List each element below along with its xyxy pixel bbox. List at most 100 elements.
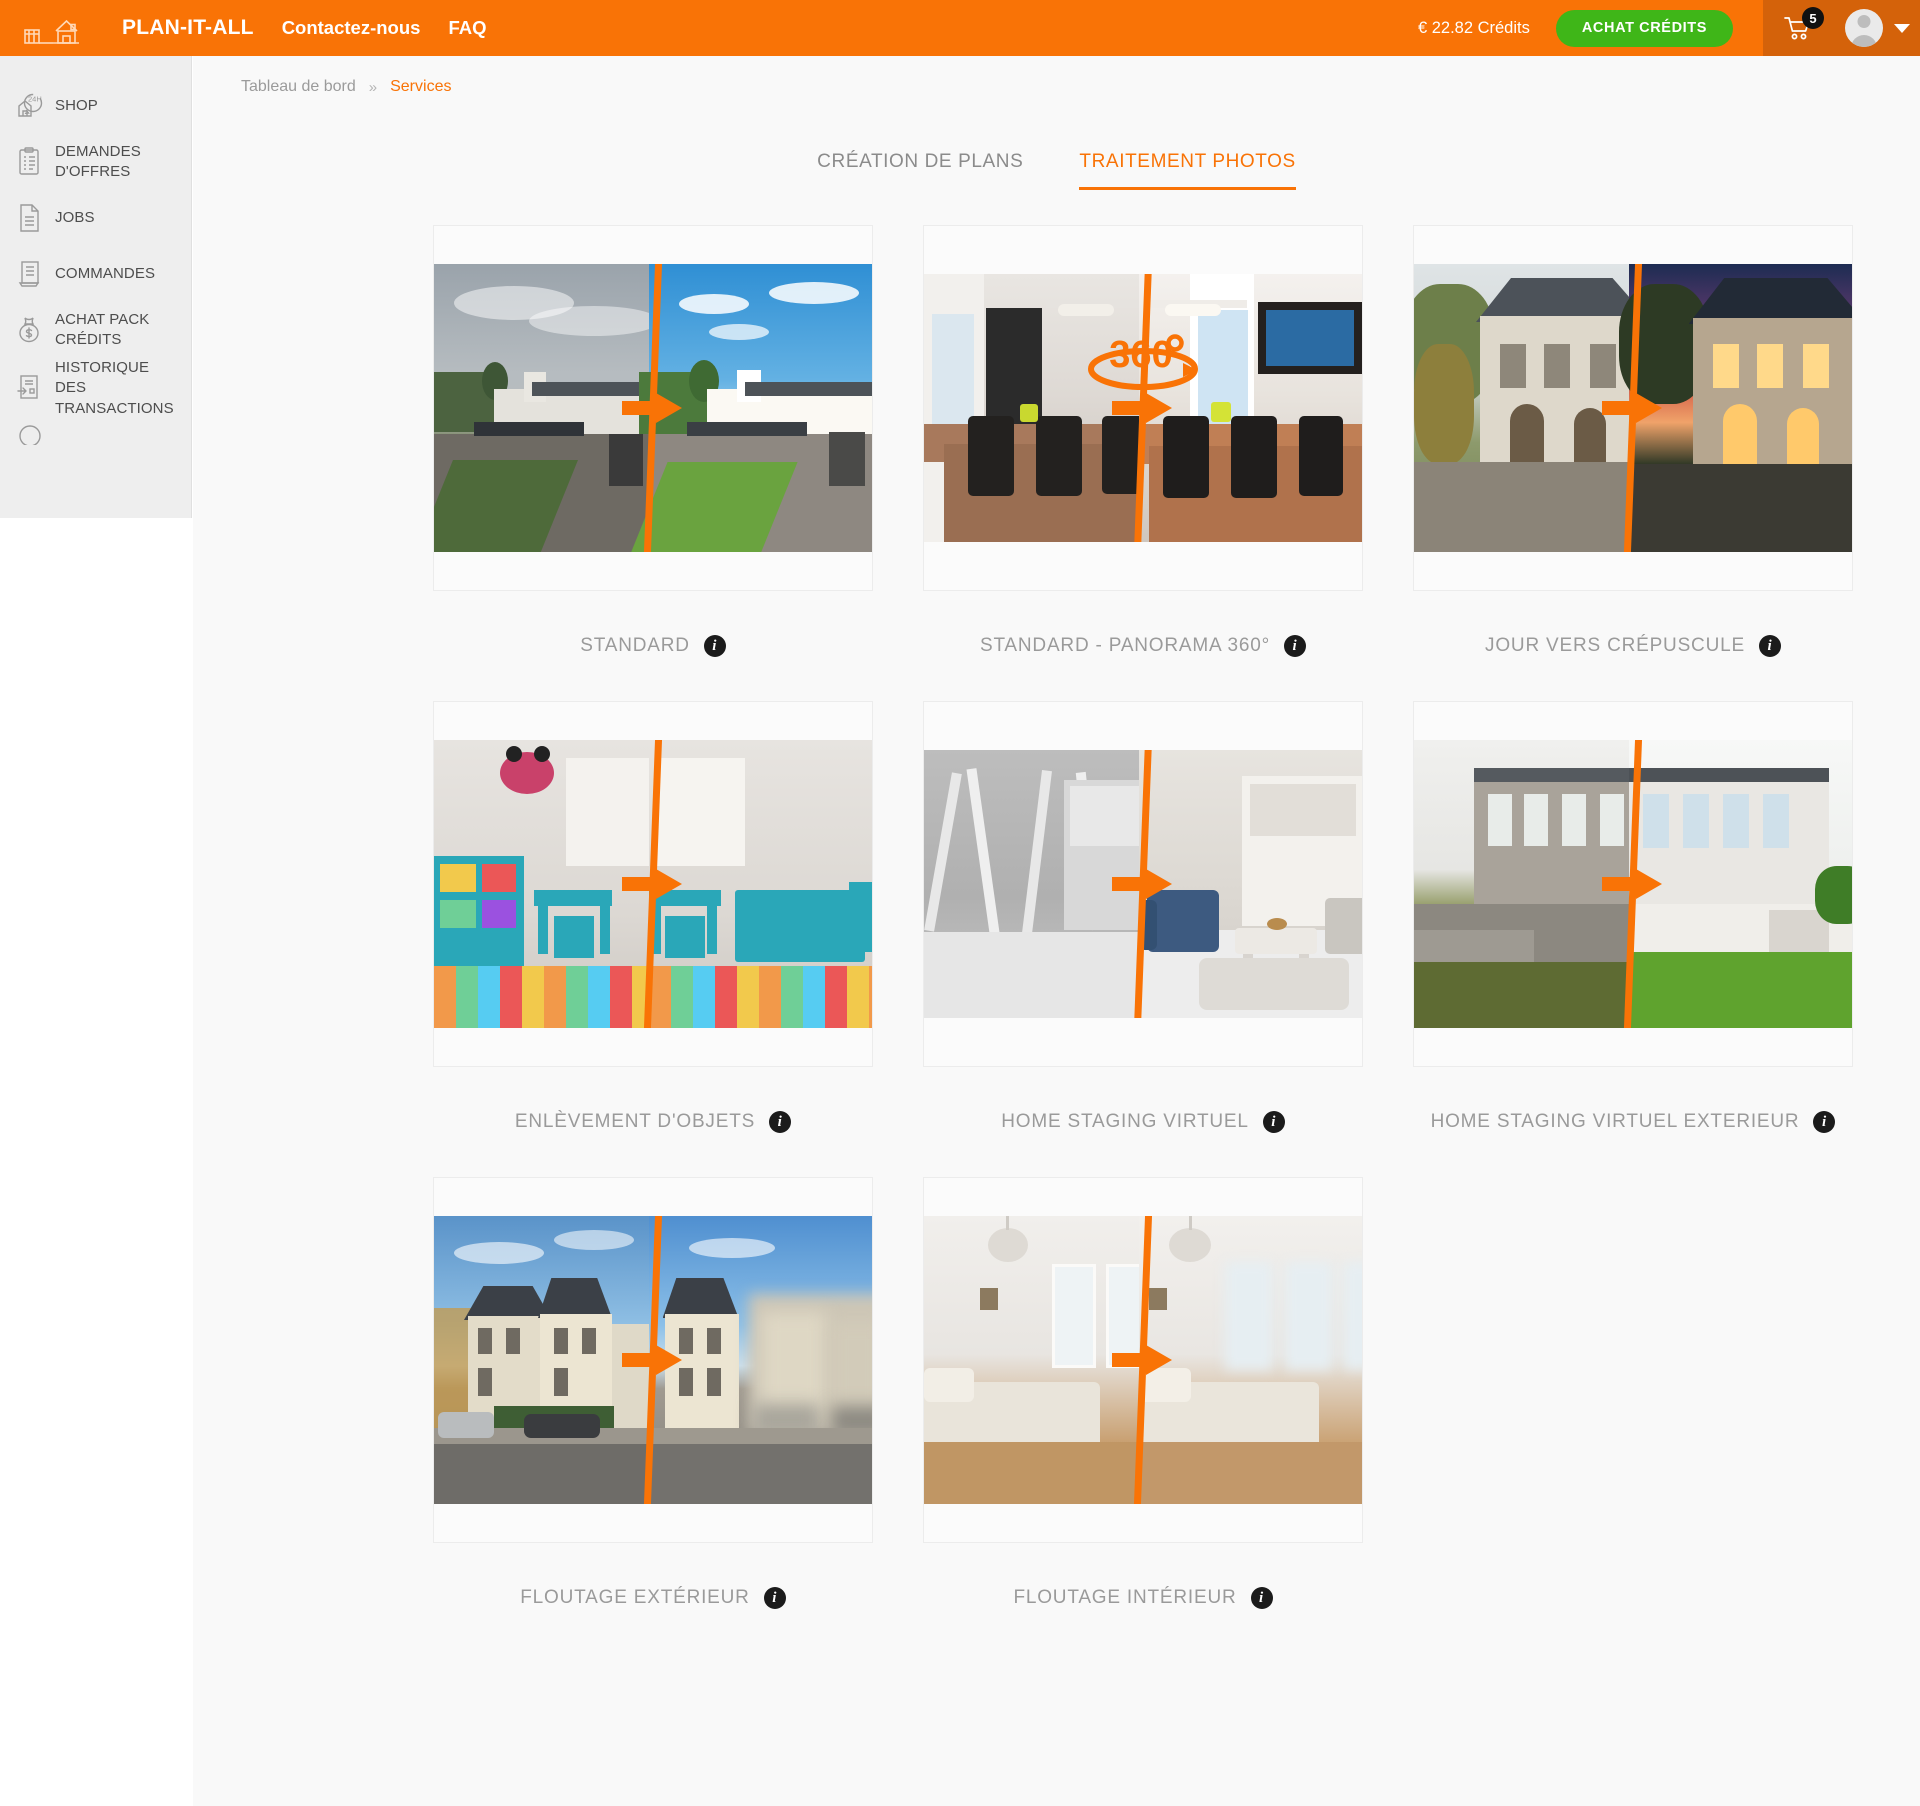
before-after-image [1414, 740, 1852, 1028]
service-label: HOME STAGING VIRTUEL EXTERIEUR [1430, 1111, 1800, 1132]
services-grid: STANDARD i 360 STANDARD - PANORAMA 360° … [193, 225, 1920, 1653]
tab-traitement-photos[interactable]: TRAITEMENT PHOTOS [1079, 151, 1296, 190]
house-blueprint-logo[interactable] [22, 10, 100, 46]
service-cell: STANDARD i [433, 225, 873, 701]
sidebar-item-overflow[interactable] [0, 419, 191, 445]
before-after-image [434, 264, 872, 552]
service-label-row: ENLÈVEMENT D'OBJETS i [514, 1067, 792, 1177]
service-card-floutage-interieur[interactable] [923, 1177, 1363, 1543]
info-icon[interactable]: i [1284, 635, 1307, 657]
sidebar-item-achat-pack-credits[interactable]: ACHAT PACK CRÉDITS [0, 302, 191, 358]
sidebar: 24H SHOP DEMANDES D'OFFRES JOBS COMMANDE… [0, 56, 192, 518]
sidebar-item-demandes-offres[interactable]: DEMANDES D'OFFRES [0, 134, 191, 190]
breadcrumb-root[interactable]: Tableau de bord [241, 78, 356, 96]
service-card-floutage-exterieur[interactable] [433, 1177, 873, 1543]
transform-arrow-icon [622, 393, 682, 423]
money-bag-icon [14, 314, 46, 346]
info-icon[interactable]: i [703, 635, 726, 657]
sidebar-item-label: JOBS [55, 208, 95, 226]
nav-contact[interactable]: Contactez-nous [282, 17, 421, 39]
info-icon[interactable]: i [769, 1111, 792, 1133]
info-icon[interactable]: i [1262, 1111, 1285, 1133]
service-card-jour-vers-crepuscule[interactable] [1413, 225, 1853, 591]
order-list-icon [14, 258, 46, 290]
service-cell: JOUR VERS CRÉPUSCULE i [1413, 225, 1853, 701]
service-card-home-staging-exterieur[interactable] [1413, 701, 1853, 1067]
circle-icon [14, 419, 46, 445]
svg-text:360: 360 [1109, 334, 1172, 376]
user-avatar-icon [1845, 9, 1883, 47]
house-24h-icon: 24H [14, 90, 46, 122]
sidebar-item-label: DEMANDES D'OFFRES [55, 142, 141, 180]
user-menu-button[interactable] [1835, 0, 1920, 56]
nav-faq[interactable]: FAQ [448, 17, 486, 39]
top-header: PLAN-IT-ALL Contactez-nous FAQ € 22.82 C… [0, 0, 1920, 56]
service-label: STANDARD [580, 635, 690, 656]
buy-credits-button[interactable]: ACHAT CRÉDITS [1555, 9, 1733, 47]
service-label: ENLÈVEMENT D'OBJETS [514, 1111, 756, 1132]
service-cell: 360 STANDARD - PANORAMA 360° i [923, 225, 1363, 701]
info-icon[interactable]: i [1250, 1587, 1273, 1609]
breadcrumb-separator: » [368, 78, 378, 96]
panorama-360-badge: 360 [1088, 334, 1198, 391]
chevron-down-icon [1894, 23, 1910, 33]
sidebar-item-label: COMMANDES [55, 264, 156, 282]
service-label: HOME STAGING VIRTUEL [1001, 1111, 1249, 1132]
clipboard-icon [14, 146, 46, 178]
cart-count-badge: 5 [1802, 7, 1824, 29]
service-label-row: FLOUTAGE INTÉRIEUR i [1013, 1543, 1273, 1653]
service-cell: HOME STAGING VIRTUEL EXTERIEUR i [1413, 701, 1853, 1177]
cart-button[interactable]: 5 [1763, 0, 1835, 56]
before-after-image [924, 1216, 1362, 1504]
before-after-image [434, 740, 872, 1028]
sidebar-item-historique-transactions[interactable]: HISTORIQUE DES TRANSACTIONS [0, 358, 191, 419]
before-after-image [924, 750, 1362, 1018]
info-icon[interactable]: i [1758, 635, 1781, 657]
sidebar-item-shop[interactable]: 24H SHOP [0, 78, 191, 134]
sidebar-item-commandes[interactable]: COMMANDES [0, 246, 191, 302]
service-card-home-staging-virtuel[interactable] [923, 701, 1363, 1067]
service-card-panorama-360[interactable]: 360 [923, 225, 1363, 591]
service-label: FLOUTAGE EXTÉRIEUR [520, 1587, 750, 1608]
service-cell: FLOUTAGE INTÉRIEUR i [923, 1177, 1363, 1653]
service-tabs: CRÉATION DE PLANS TRAITEMENT PHOTOS [193, 151, 1920, 190]
sidebar-item-label: SHOP [55, 96, 98, 114]
transform-arrow-icon [1602, 393, 1662, 423]
sidebar-item-label: ACHAT PACK CRÉDITS [55, 310, 150, 348]
transform-arrow-icon [1112, 869, 1172, 899]
service-cell-empty [1413, 1177, 1853, 1653]
service-label: STANDARD - PANORAMA 360° [979, 635, 1271, 656]
transaction-history-icon [14, 372, 46, 404]
service-label-row: HOME STAGING VIRTUEL i [1001, 1067, 1285, 1177]
before-after-image [434, 1216, 872, 1504]
before-after-image: 360 [924, 274, 1362, 542]
header-right-group: € 22.82 Crédits ACHAT CRÉDITS 5 [1418, 0, 1920, 56]
service-label-row: STANDARD - PANORAMA 360° i [979, 591, 1307, 701]
brand-name[interactable]: PLAN-IT-ALL [122, 16, 254, 40]
document-lines-icon [14, 202, 46, 234]
service-card-standard[interactable] [433, 225, 873, 591]
service-card-enlevement-objets[interactable] [433, 701, 873, 1067]
sidebar-item-jobs[interactable]: JOBS [0, 190, 191, 246]
service-label: JOUR VERS CRÉPUSCULE [1485, 635, 1745, 656]
service-cell: FLOUTAGE EXTÉRIEUR i [433, 1177, 873, 1653]
service-label-row: HOME STAGING VIRTUEL EXTERIEUR i [1431, 1067, 1836, 1177]
credits-balance: € 22.82 Crédits [1417, 18, 1530, 37]
svg-text:24H: 24H [28, 95, 42, 104]
info-icon[interactable]: i [1813, 1111, 1836, 1133]
breadcrumb-current[interactable]: Services [390, 78, 451, 96]
service-cell: HOME STAGING VIRTUEL i [923, 701, 1363, 1177]
sidebar-item-label: HISTORIQUE DES TRANSACTIONS [55, 359, 174, 417]
transform-arrow-icon [1602, 869, 1662, 899]
transform-arrow-icon [1112, 1345, 1172, 1375]
service-label-row: JOUR VERS CRÉPUSCULE i [1485, 591, 1781, 701]
info-icon[interactable]: i [763, 1587, 786, 1609]
breadcrumb: Tableau de bord » Services [193, 56, 1920, 96]
service-label: FLOUTAGE INTÉRIEUR [1013, 1587, 1237, 1608]
service-label-row: STANDARD i [580, 591, 726, 701]
main-content: Tableau de bord » Services CRÉATION DE P… [193, 56, 1920, 1806]
service-label-row: FLOUTAGE EXTÉRIEUR i [520, 1543, 786, 1653]
service-cell: ENLÈVEMENT D'OBJETS i [433, 701, 873, 1177]
transform-arrow-icon [622, 1345, 682, 1375]
tab-creation-de-plans[interactable]: CRÉATION DE PLANS [817, 151, 1023, 190]
